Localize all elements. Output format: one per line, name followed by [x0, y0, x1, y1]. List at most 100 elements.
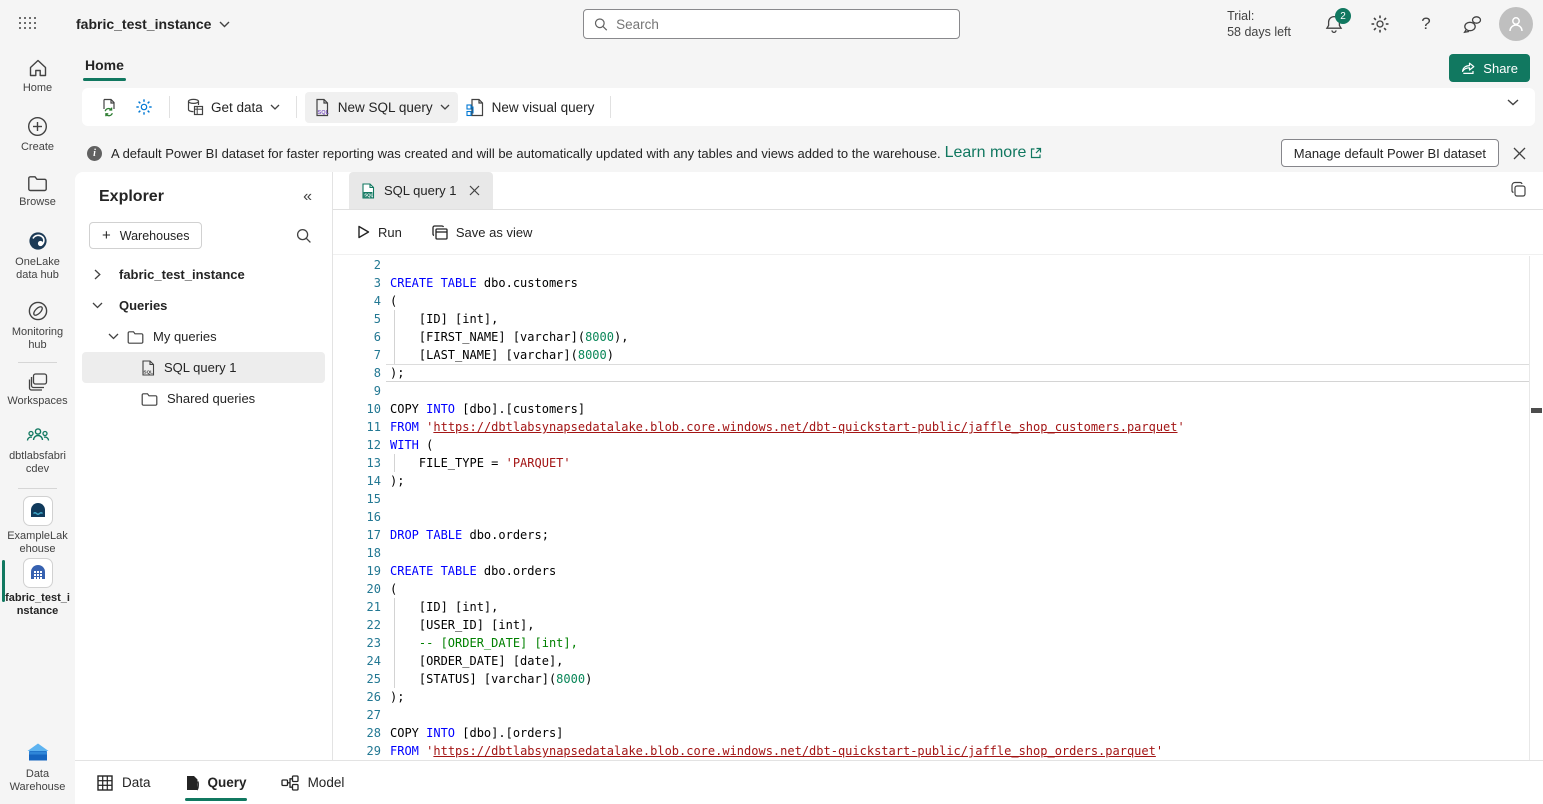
- search-input[interactable]: [616, 17, 949, 32]
- code-line[interactable]: 21 [ID] [int],: [333, 598, 1529, 616]
- share-button[interactable]: Share: [1449, 54, 1530, 82]
- nav-browse[interactable]: Browse: [0, 174, 75, 209]
- code-line[interactable]: 8);: [333, 364, 1529, 382]
- line-number: 20: [333, 580, 381, 598]
- close-tab-button[interactable]: [466, 182, 483, 199]
- tree-item-queries[interactable]: Queries: [75, 290, 332, 321]
- code-line[interactable]: 6 [FIRST_NAME] [varchar](8000),: [333, 328, 1529, 346]
- new-warehouse-button[interactable]: + Warehouses: [89, 222, 202, 249]
- code-line[interactable]: 22 [USER_ID] [int],: [333, 616, 1529, 634]
- close-icon: [1513, 147, 1526, 160]
- explorer-tree: fabric_test_instance Queries My queries …: [75, 259, 332, 414]
- code-line[interactable]: 20(: [333, 580, 1529, 598]
- code-line[interactable]: 29FROM 'https://dbtlabsynapsedatalake.bl…: [333, 742, 1529, 760]
- left-nav-rail: Home Create Browse OneLake data hub Moni…: [0, 48, 75, 804]
- close-icon: [469, 185, 480, 196]
- code-line[interactable]: 14);: [333, 472, 1529, 490]
- code-line[interactable]: 9: [333, 382, 1529, 400]
- code-line[interactable]: 16: [333, 508, 1529, 526]
- save-as-view-button[interactable]: Save as view: [422, 219, 543, 246]
- copy-icon[interactable]: [1510, 181, 1527, 198]
- code-line[interactable]: 4(: [333, 292, 1529, 310]
- manage-dataset-button[interactable]: Manage default Power BI dataset: [1281, 139, 1499, 167]
- code-line[interactable]: 2: [333, 256, 1529, 274]
- gear-icon: [1370, 14, 1390, 34]
- line-number: 17: [333, 526, 381, 544]
- settings-button[interactable]: [1357, 0, 1403, 48]
- run-button[interactable]: Run: [347, 219, 412, 246]
- nav-create[interactable]: Create: [0, 116, 75, 154]
- sql-code-editor[interactable]: 23CREATE TABLE dbo.customers4(5 [ID] [in…: [333, 256, 1530, 760]
- code-line[interactable]: 25 [STATUS] [varchar](8000): [333, 670, 1529, 688]
- code-line[interactable]: 28COPY INTO [dbo].[orders]: [333, 724, 1529, 742]
- code-line[interactable]: 19CREATE TABLE dbo.orders: [333, 562, 1529, 580]
- line-number: 29: [333, 742, 381, 760]
- collapse-panel-button[interactable]: «: [303, 188, 312, 206]
- code-line[interactable]: 11FROM 'https://dbtlabsynapsedatalake.bl…: [333, 418, 1529, 436]
- tree-item-my-queries[interactable]: My queries: [75, 321, 332, 352]
- nav-home[interactable]: Home: [0, 58, 75, 95]
- new-visual-query-button[interactable]: New visual query: [458, 92, 603, 123]
- banner-close-button[interactable]: [1499, 134, 1539, 172]
- code-line[interactable]: 24 [ORDER_DATE] [date],: [333, 652, 1529, 670]
- tree-item-sql-query-1[interactable]: SQL SQL query 1: [82, 352, 325, 383]
- rail-divider: [18, 362, 57, 363]
- tab-data[interactable]: Data: [97, 761, 151, 804]
- sql-file-icon: SQL: [361, 183, 375, 199]
- help-button[interactable]: ?: [1403, 0, 1449, 48]
- scrollbar-marker[interactable]: [1531, 408, 1542, 413]
- query-tab[interactable]: SQL SQL query 1: [349, 172, 493, 209]
- get-data-button[interactable]: Get data: [178, 92, 288, 122]
- code-line[interactable]: 17DROP TABLE dbo.orders;: [333, 526, 1529, 544]
- tree-item-warehouse[interactable]: fabric_test_instance: [75, 259, 332, 290]
- line-number: 13: [333, 454, 381, 472]
- notifications-button[interactable]: 2: [1311, 0, 1357, 48]
- settings-toolbar-button[interactable]: [127, 92, 161, 122]
- account-avatar[interactable]: [1499, 7, 1533, 41]
- nav-onelake-data-hub[interactable]: OneLake data hub: [0, 230, 75, 282]
- global-search[interactable]: [583, 9, 960, 39]
- svg-text:SQL: SQL: [364, 192, 373, 197]
- tab-query[interactable]: Query: [185, 761, 247, 804]
- code-line[interactable]: 10COPY INTO [dbo].[customers]: [333, 400, 1529, 418]
- line-number: 10: [333, 400, 381, 418]
- explorer-search-button[interactable]: [296, 228, 312, 244]
- new-sql-query-button[interactable]: SQL New SQL query: [305, 92, 458, 123]
- learn-more-link[interactable]: Learn more: [945, 144, 1043, 162]
- app-launcher-icon[interactable]: [6, 0, 52, 48]
- code-line[interactable]: 15: [333, 490, 1529, 508]
- code-line[interactable]: 23 -- [ORDER_DATE] [int],: [333, 634, 1529, 652]
- code-line[interactable]: 18: [333, 544, 1529, 562]
- nav-workspaces[interactable]: Workspaces: [0, 372, 75, 408]
- tree-item-shared-queries[interactable]: Shared queries: [75, 383, 332, 414]
- model-diagram-icon: [281, 775, 299, 791]
- nav-item-examplelakehouse[interactable]: ExampleLak ehouse: [0, 496, 75, 556]
- tab-model[interactable]: Model: [281, 761, 345, 804]
- plus-circle-icon: [27, 116, 48, 137]
- code-line[interactable]: 26);: [333, 688, 1529, 706]
- nav-workspace-dbtlabsfabricdev[interactable]: dbtlabsfabri cdev: [0, 426, 75, 476]
- feedback-button[interactable]: [1449, 0, 1495, 48]
- visual-query-icon: [466, 98, 485, 117]
- search-icon: [296, 228, 312, 244]
- ribbon-collapse-button[interactable]: [1507, 99, 1519, 106]
- line-number: 26: [333, 688, 381, 706]
- code-line[interactable]: 12WITH (: [333, 436, 1529, 454]
- nav-monitoring-hub[interactable]: Monitoring hub: [0, 300, 75, 352]
- code-line[interactable]: 3CREATE TABLE dbo.customers: [333, 274, 1529, 292]
- tab-home[interactable]: Home: [83, 53, 126, 83]
- chevron-down-icon: [1507, 99, 1519, 106]
- nav-item-fabric-test-instance[interactable]: fabric_test_i nstance: [0, 558, 75, 618]
- workspaces-icon: [27, 372, 49, 391]
- code-line[interactable]: 13 FILE_TYPE = 'PARQUET': [333, 454, 1529, 472]
- code-line[interactable]: 5 [ID] [int],: [333, 310, 1529, 328]
- sql-file-icon: SQL: [141, 360, 155, 376]
- line-number: 9: [333, 382, 381, 400]
- refresh-button[interactable]: [92, 92, 127, 123]
- workspace-switcher[interactable]: fabric_test_instance: [76, 16, 230, 32]
- share-icon: [1461, 62, 1476, 75]
- plus-icon: +: [102, 227, 111, 244]
- code-line[interactable]: 7 [LAST_NAME] [varchar](8000): [333, 346, 1529, 364]
- code-line[interactable]: 27: [333, 706, 1529, 724]
- nav-data-warehouse[interactable]: Data Warehouse: [0, 742, 75, 794]
